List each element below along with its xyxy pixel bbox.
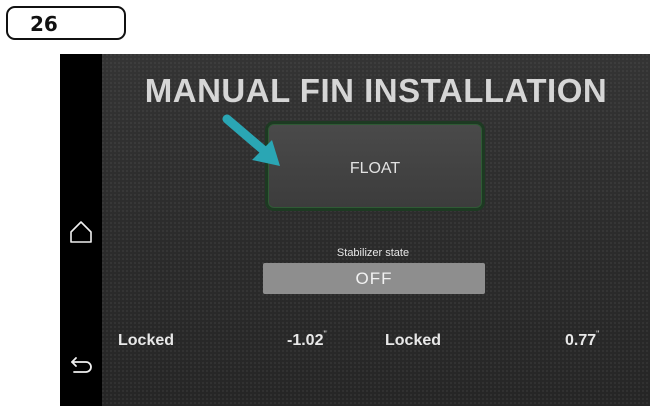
fin-1-status: Locked bbox=[118, 332, 175, 349]
back-icon[interactable] bbox=[70, 354, 94, 376]
step-badge: 26 bbox=[6, 6, 126, 40]
stabilizer-state-label: Stabilizer state bbox=[336, 247, 410, 259]
main-panel: MANUAL FIN INSTALLATION FLOAT Stabilizer… bbox=[102, 54, 650, 406]
home-icon[interactable] bbox=[69, 220, 93, 244]
stabilizer-state-box: OFF bbox=[263, 263, 485, 294]
fin-2-status: Locked bbox=[385, 332, 442, 349]
fin-1-angle: -1.02" bbox=[287, 329, 327, 350]
fin-1-angle-unit: " bbox=[323, 329, 327, 339]
fin-2-angle: 0.77" bbox=[565, 329, 600, 350]
nav-bar bbox=[60, 54, 102, 406]
hmi-screen: MANUAL FIN INSTALLATION FLOAT Stabilizer… bbox=[60, 54, 650, 406]
pointer-arrow-icon bbox=[222, 114, 280, 166]
step-number: 26 bbox=[30, 12, 58, 36]
float-button-label: FLOAT bbox=[349, 160, 401, 177]
fin-2-angle-value: 0.77 bbox=[565, 332, 597, 349]
fin-1-angle-value: -1.02 bbox=[287, 332, 324, 349]
stabilizer-state-value: OFF bbox=[355, 269, 393, 288]
page-title: MANUAL FIN INSTALLATION bbox=[144, 72, 608, 109]
fin-2-angle-unit: " bbox=[596, 329, 600, 339]
float-button[interactable]: FLOAT bbox=[265, 121, 485, 211]
